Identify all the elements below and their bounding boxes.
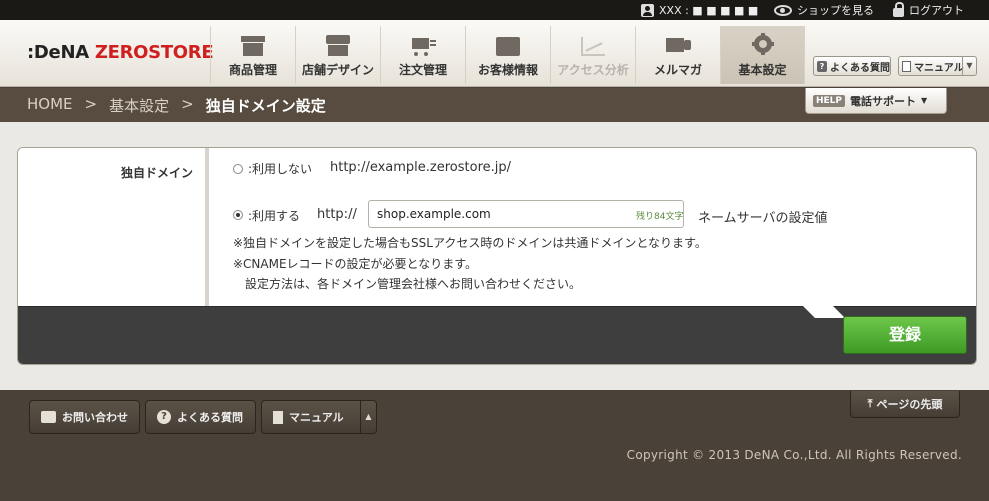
nav-access-analytics-label: アクセス分析 [557, 63, 629, 77]
nav-basic-settings-label: 基本設定 [738, 63, 787, 77]
chevron-down-icon: ▼ [921, 96, 928, 105]
footer-contact-button[interactable]: お問い合わせ [29, 400, 140, 434]
note-contact: 設定方法は、各ドメイン管理会社様へお問い合わせください。 [245, 277, 582, 291]
customer-card-icon [494, 32, 522, 58]
main-header: :DeNA ZEROSTORE 商品管理 店舗デザイン 注文管理 お客様情報 ア… [0, 20, 989, 87]
domain-settings-panel: 独自ドメイン :利用しない http://example.zerostore.j… [17, 147, 977, 365]
note-ssl: ※独自ドメインを設定した場合もSSLアクセス時のドメインは共通ドメインとなります… [233, 236, 707, 250]
phone-support-label: 電話サポート [850, 94, 917, 108]
nav-newsletter-label: メルマガ [653, 63, 702, 77]
breadcrumb: HOME > 基本設定 > 独自ドメイン設定 [27, 95, 326, 116]
note-cname: ※CNAMEレコードの設定が必要となります。 [233, 257, 477, 271]
arrow-up-icon: ⤒ [867, 397, 873, 410]
box-icon [239, 32, 267, 58]
content-area: 独自ドメイン :利用しない http://example.zerostore.j… [0, 122, 989, 390]
radio-not-use[interactable] [233, 164, 243, 174]
breadcrumb-separator: > [181, 95, 194, 113]
question-icon: ? [817, 60, 827, 72]
page-top-button[interactable]: ⤒ ページの先頭 [850, 391, 960, 418]
document-download-icon [273, 410, 283, 424]
copyright: Copyright © 2013 DeNA Co.,Ltd. All Right… [626, 448, 962, 462]
download-arrow-icon[interactable]: ▼ [962, 57, 976, 75]
nav-products-label: 商品管理 [228, 63, 277, 77]
envelope-icon [41, 411, 56, 423]
lock-icon [893, 2, 904, 17]
remaining-chars: 残り84文字 [636, 212, 684, 222]
footer-manual-button[interactable]: マニュアル ▲ [261, 400, 377, 434]
nav-store-design[interactable]: 店舗デザイン [295, 26, 380, 84]
logo[interactable]: :DeNA ZEROSTORE [27, 42, 214, 63]
cart-icon [409, 32, 437, 58]
logout-link[interactable]: ログアウト [893, 0, 964, 20]
user-icon [641, 3, 654, 17]
radio-use[interactable] [233, 210, 243, 220]
nav-orders-label: 注文管理 [398, 63, 447, 77]
footer-faq-button[interactable]: ? よくある質問 [145, 400, 256, 434]
faq-button[interactable]: ? よくある質問 [813, 56, 891, 76]
default-domain-url: http://example.zerostore.jp/ [330, 160, 512, 175]
view-shop-link[interactable]: ショップを見る [774, 0, 874, 20]
nav-customers-label: お客様情報 [477, 63, 538, 77]
breadcrumb-section[interactable]: 基本設定 [109, 95, 169, 116]
nav-newsletter[interactable]: メルマガ [635, 26, 720, 84]
option-on-label: :利用する [248, 209, 301, 223]
option-off-label: :利用しない [248, 162, 313, 176]
footer-faq-label: よくある質問 [177, 411, 243, 424]
breadcrumb-separator: > [84, 95, 98, 113]
manual-button[interactable]: マニュアル ▼ [898, 56, 977, 76]
top-utility-bar: XXX : ■ ■ ■ ■ ■ ショップを見る ログアウト [0, 0, 989, 20]
account-info: XXX : ■ ■ ■ ■ ■ [641, 0, 758, 20]
nav-orders[interactable]: 注文管理 [380, 26, 465, 84]
logout-label: ログアウト [909, 4, 964, 17]
footer-manual-label: マニュアル [289, 411, 344, 424]
breadcrumb-home[interactable]: HOME [27, 95, 73, 116]
eye-icon [774, 4, 792, 16]
gear-icon [749, 32, 777, 58]
document-icon [902, 60, 911, 72]
row-label: 独自ドメイン [18, 148, 209, 306]
account-name: XXX : ■ ■ ■ ■ ■ [659, 3, 759, 17]
breadcrumb-current: 独自ドメイン設定 [205, 97, 326, 115]
logo-dena: :DeNA [27, 42, 89, 63]
page-top-label: ページの先頭 [876, 398, 943, 411]
nav-products[interactable]: 商品管理 [210, 26, 295, 84]
nav-basic-settings[interactable]: 基本設定 [720, 26, 805, 84]
breadcrumb-bar: HOME > 基本設定 > 独自ドメイン設定 HELP 電話サポート ▼ [0, 88, 989, 122]
nav-store-design-label: 店舗デザイン [301, 63, 374, 77]
nav-customers[interactable]: お客様情報 [465, 26, 550, 84]
phone-support-dropdown[interactable]: HELP 電話サポート ▼ [805, 88, 947, 114]
view-shop-label: ショップを見る [797, 4, 874, 17]
nav-access-analytics: アクセス分析 [550, 26, 635, 84]
question-icon: ? [157, 410, 171, 424]
help-badge: HELP [813, 94, 846, 107]
chevron-up-icon[interactable]: ▲ [360, 401, 376, 433]
logo-zerostore: ZEROSTORE [94, 42, 214, 63]
line-graph-icon [579, 32, 607, 58]
manual-button-label: マニュアル [914, 62, 964, 74]
store-icon [324, 32, 352, 58]
faq-button-label: よくある質問 [830, 62, 890, 74]
nameserver-link[interactable]: ネームサーバの設定値 [698, 207, 827, 226]
footer-contact-label: お問い合わせ [62, 411, 128, 424]
http-prefix: http:// [317, 207, 357, 222]
register-button[interactable]: 登録 [843, 316, 967, 354]
mail-icon [664, 32, 692, 58]
